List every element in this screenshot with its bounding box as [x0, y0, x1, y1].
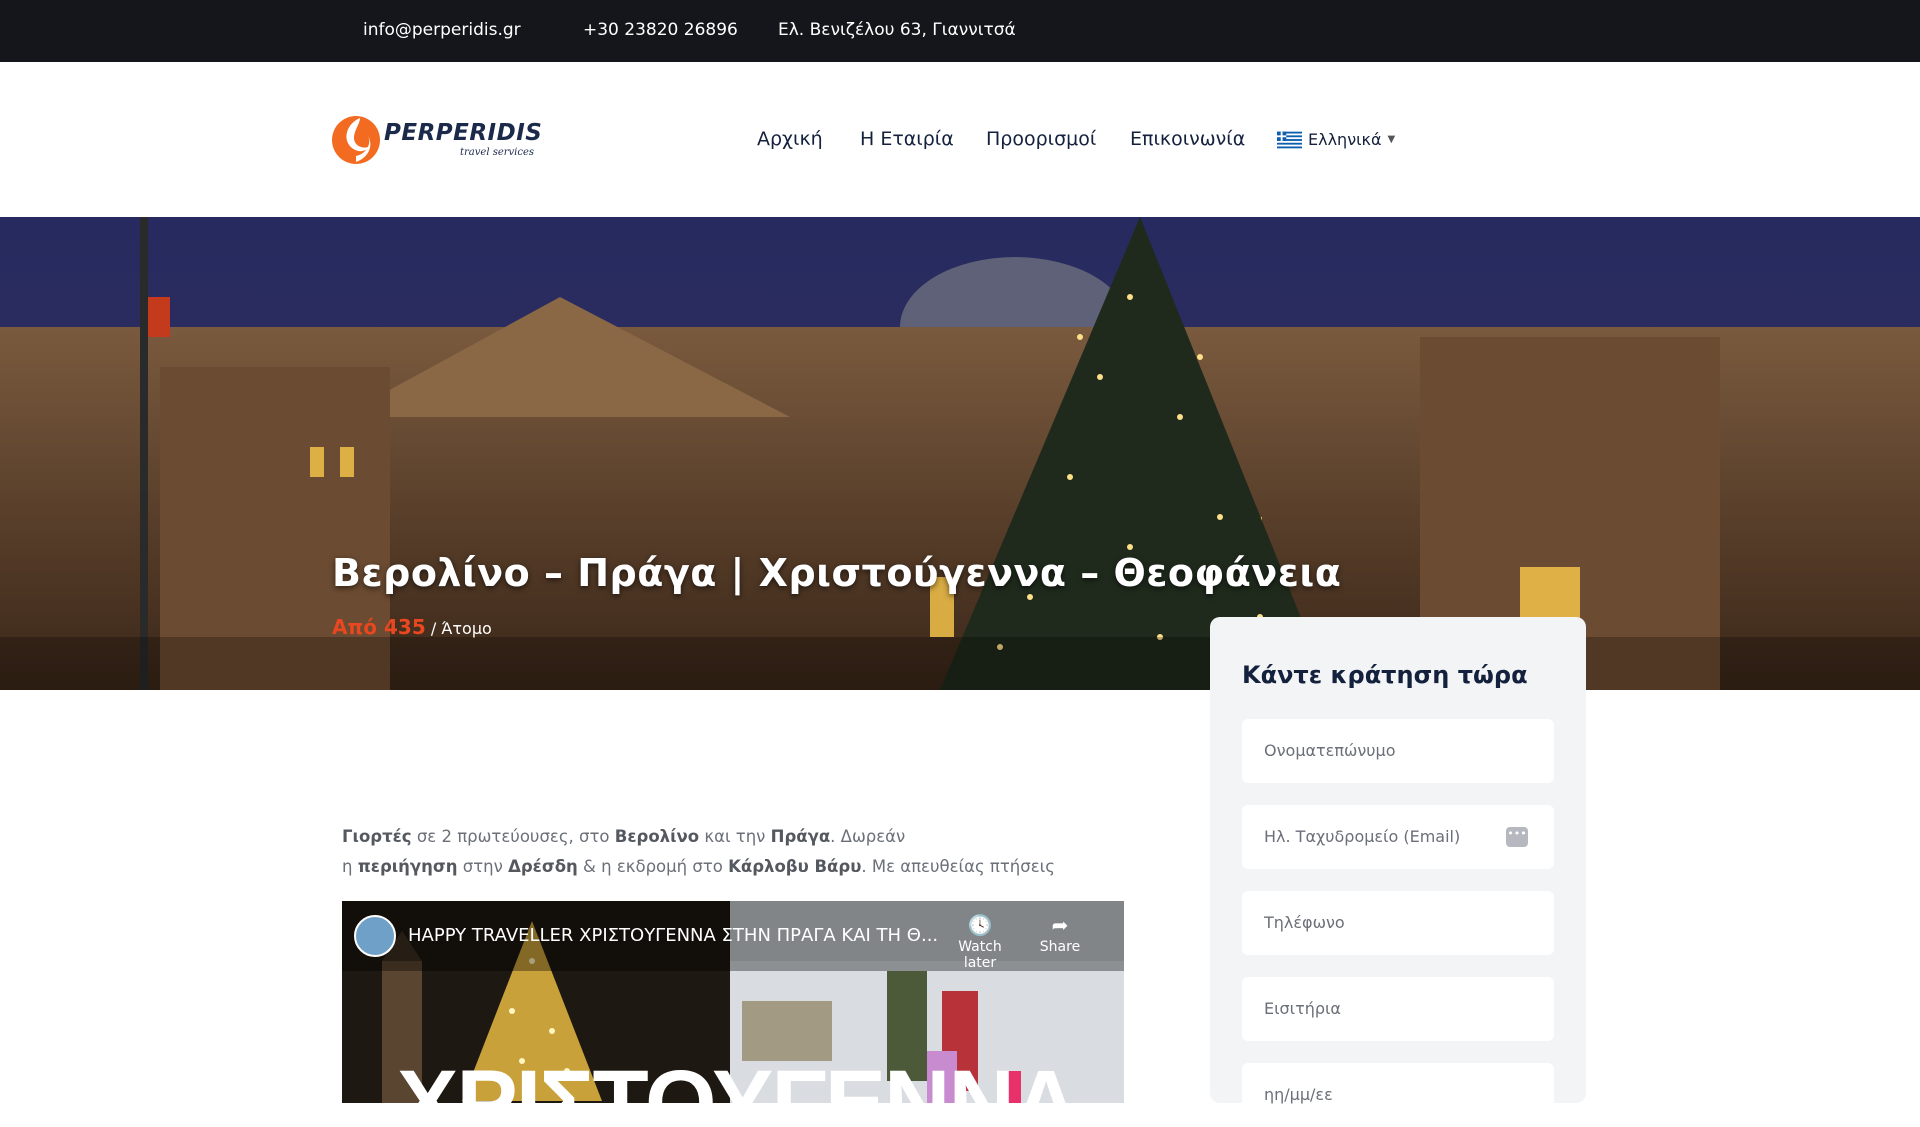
site-logo[interactable]: PERPERIDIS travel services: [330, 114, 550, 166]
hero-banner: Βερολίνο – Πράγα | Χριστούγεννα – Θεοφάν…: [0, 217, 1920, 690]
tour-price: Από 435 / Άτομο: [332, 615, 492, 639]
nav-item-company[interactable]: Η Εταιρία: [860, 128, 954, 150]
intro-emphasis: περιήγηση: [357, 857, 458, 876]
intro-line-1: Γιορτές σε 2 πρωτεύουσες, στο Βερολίνο κ…: [342, 822, 1102, 852]
booking-title: Κάντε κράτηση τώρα: [1242, 661, 1528, 689]
nav-item-contact[interactable]: Επικοινωνία: [1130, 128, 1245, 150]
video-title[interactable]: HAPPY TRAVELLER ΧΡΙΣΤΟΥΓΕΝΝΑ ΣΤΗΝ ΠΡΑΓΑ …: [408, 925, 938, 946]
nav-item-destinations[interactable]: Προορισμοί: [986, 128, 1096, 150]
price-from: Από 435: [332, 615, 426, 639]
booking-form-card: Κάντε κράτηση τώρα Ονοματεπώνυμο Ηλ. Ταχ…: [1210, 617, 1586, 1127]
price-unit: / Άτομο: [430, 619, 492, 638]
date-placeholder: ηη/μμ/εε: [1264, 1085, 1333, 1104]
language-selector[interactable]: Ελληνικά ▼: [1277, 130, 1395, 149]
full-name-placeholder: Ονοματεπώνυμο: [1264, 741, 1396, 760]
topbar-email[interactable]: info@perperidis.gr: [363, 20, 521, 40]
tickets-field[interactable]: Εισιτήρια: [1242, 977, 1554, 1041]
orange-swirl-logo-icon: [332, 116, 380, 164]
greek-flag-icon: [1277, 131, 1302, 148]
watch-later-button[interactable]: 🕓 Watch later: [945, 913, 1015, 971]
intro-emphasis: Δρέσδη: [508, 857, 578, 876]
phone-placeholder: Τηλέφωνο: [1264, 913, 1345, 932]
intro-emphasis: Βερολίνο: [614, 827, 700, 846]
tour-title: Βερολίνο – Πράγα | Χριστούγεννα – Θεοφάν…: [332, 551, 1342, 595]
nav-item-home[interactable]: Αρχική: [757, 128, 823, 150]
share-label: Share: [1039, 939, 1081, 955]
topbar-phone[interactable]: +30 23820 26896: [583, 20, 738, 40]
intro-text: σε 2 πρωτεύουσες, στο: [411, 827, 615, 846]
intro-text: στην: [457, 857, 509, 876]
intro-text: . Με απευθείας πτήσεις: [861, 857, 1055, 876]
hero-background-image: [0, 217, 1920, 690]
autofill-dots-icon[interactable]: •••: [1506, 827, 1528, 847]
intro-text: & η εκδρομή στο: [577, 857, 729, 876]
tour-intro-text: Γιορτές σε 2 πρωτεύουσες, στο Βερολίνο κ…: [342, 822, 1102, 882]
intro-text: η: [342, 857, 358, 876]
intro-line-2: η περιήγηση στην Δρέσδη & η εκδρομή στο …: [342, 852, 1102, 882]
logo-wordmark: PERPERIDIS: [384, 120, 543, 146]
share-button[interactable]: ➦ Share: [1025, 913, 1095, 955]
chevron-down-icon: ▼: [1387, 134, 1396, 145]
share-arrow-icon: ➦: [1051, 913, 1069, 937]
email-placeholder: Ηλ. Ταχυδρομείο (Email): [1264, 827, 1461, 846]
intro-emphasis: Γιορτές: [342, 827, 412, 846]
channel-avatar[interactable]: [354, 915, 396, 957]
logo-tagline: travel services: [460, 147, 535, 158]
phone-field[interactable]: Τηλέφωνο: [1242, 891, 1554, 955]
youtube-video-embed[interactable]: HAPPY TRAVELLER ΧΡΙΣΤΟΥΓΕΝΝΑ ΣΤΗΝ ΠΡΑΓΑ …: [342, 901, 1124, 1103]
intro-text: και την: [699, 827, 771, 846]
watch-later-label: Watch later: [958, 939, 1002, 971]
clock-icon: 🕓: [967, 913, 993, 937]
tickets-placeholder: Εισιτήρια: [1264, 999, 1341, 1018]
contact-topbar: info@perperidis.gr +30 23820 26896 Ελ. Β…: [0, 0, 1920, 62]
language-label: Ελληνικά: [1308, 130, 1382, 149]
full-name-field[interactable]: Ονοματεπώνυμο: [1242, 719, 1554, 783]
video-overlay-text: ΧΡΙΣΤΟΥΓΕΝΝΑ: [397, 1052, 1079, 1103]
intro-emphasis: Πράγα: [770, 827, 831, 846]
topbar-address: Ελ. Βενιζέλου 63, Γιαννιτσά: [778, 20, 1016, 40]
email-field[interactable]: Ηλ. Ταχυδρομείο (Email) •••: [1242, 805, 1554, 869]
site-header: PERPERIDIS travel services Αρχική Η Εται…: [0, 62, 1920, 217]
intro-text: . Δωρεάν: [830, 827, 906, 846]
intro-emphasis: Κάρλοβυ Βάρυ: [728, 857, 862, 876]
date-field[interactable]: ηη/μμ/εε: [1242, 1063, 1554, 1127]
